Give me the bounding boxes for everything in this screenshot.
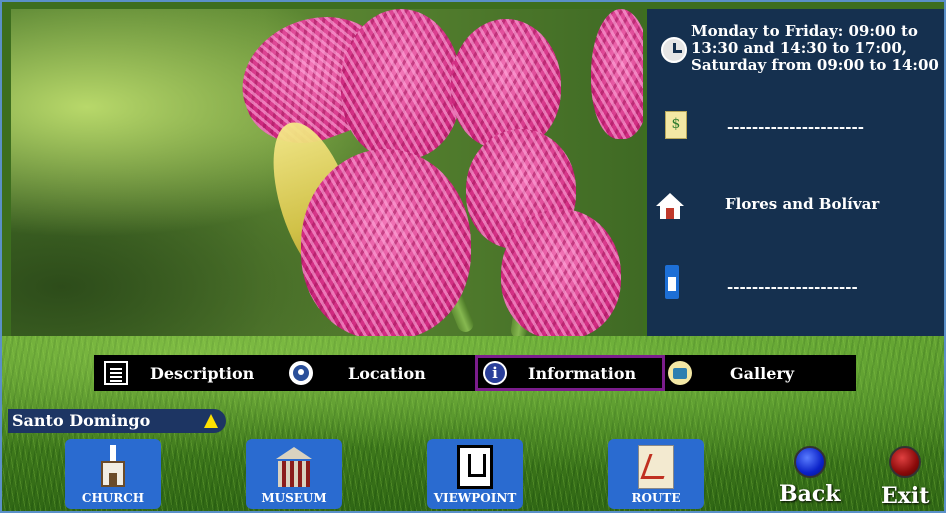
window-frame xyxy=(0,0,946,513)
